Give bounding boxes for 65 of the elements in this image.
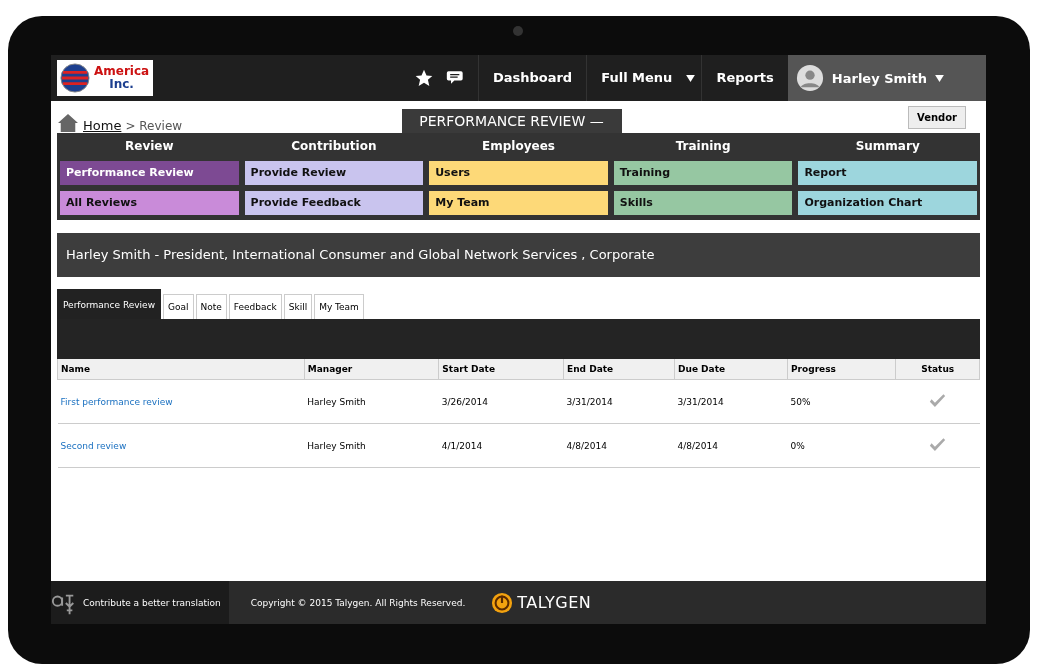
menu-item[interactable]: All Reviews — [60, 191, 239, 215]
menu-item[interactable]: My Team — [429, 191, 608, 215]
menu-item[interactable]: Performance Review — [60, 161, 239, 185]
page-title: PERFORMANCE REVIEW — — [401, 109, 622, 133]
logo-text: America — [94, 65, 150, 78]
table-cell: 50% — [787, 379, 896, 424]
menu-item[interactable]: Users — [429, 161, 608, 185]
menu-heading: Employees — [481, 138, 556, 155]
nav-link[interactable]: Reports — [701, 55, 788, 101]
avatar-icon — [795, 64, 824, 92]
breadcrumb-link[interactable]: Home — [83, 118, 122, 133]
menu-item[interactable]: Provide Feedback — [244, 191, 424, 215]
table-cell: 3/31/2014 — [563, 379, 675, 424]
logo-text: Inc. — [109, 78, 134, 91]
table-cell: Harley Smith — [304, 423, 439, 468]
column-header: Due Date — [674, 359, 788, 380]
table-cell: 4/1/2014 — [438, 423, 564, 468]
tab[interactable]: Goal — [163, 294, 194, 319]
table-cell: Harley Smith — [304, 379, 439, 424]
company-logo[interactable]: America Inc. — [57, 60, 153, 96]
vendor-button[interactable]: Vendor — [907, 105, 966, 129]
caret-icon[interactable] — [686, 74, 696, 82]
column-header: End Date — [563, 359, 675, 380]
tab[interactable]: Note — [195, 294, 227, 319]
menu-heading: Summary — [854, 138, 921, 155]
menu-item[interactable]: Report — [798, 161, 977, 185]
camera-dot — [513, 26, 523, 36]
checkmark-icon — [929, 393, 947, 408]
tab[interactable]: Performance Review — [57, 289, 161, 319]
breadcrumb-current: > Review — [125, 119, 183, 133]
column-header: Name — [57, 359, 305, 380]
review-link[interactable]: First performance review — [60, 396, 173, 407]
power-logo-icon — [491, 591, 514, 614]
menu-item[interactable]: Skills — [613, 191, 793, 215]
tab[interactable]: My Team — [314, 294, 364, 319]
checkmark-icon — [929, 437, 947, 452]
home-icon[interactable] — [57, 113, 79, 133]
column-header: Start Date — [438, 359, 564, 380]
nav-link[interactable]: Full Menu — [586, 55, 687, 101]
menu-heading: Review — [124, 138, 175, 155]
column-header: Status — [896, 359, 980, 380]
flag-globe-icon — [60, 63, 90, 93]
table-cell: 4/8/2014 — [674, 423, 788, 468]
column-header: Manager — [304, 359, 439, 380]
review-link[interactable]: Second review — [60, 440, 127, 451]
column-header: Progress — [787, 359, 896, 380]
table-cell: 3/26/2014 — [438, 379, 564, 424]
caret-icon — [935, 74, 944, 82]
star-icon[interactable] — [413, 68, 434, 88]
menu-heading: Contribution — [290, 138, 378, 155]
menu-item[interactable]: Training — [613, 161, 793, 185]
employee-banner: Harley Smith - President, International Consumer and Global Network Services , Corporate — [57, 233, 980, 277]
tab[interactable]: Feedback — [228, 294, 282, 319]
nav-link[interactable]: Dashboard — [477, 55, 587, 101]
menu-heading: Training — [674, 138, 732, 155]
table-cell: 3/31/2014 — [674, 379, 788, 424]
table-cell: 4/8/2014 — [563, 423, 675, 468]
user-menu[interactable]: Harley Smith — [787, 55, 986, 101]
table-cell: 0% — [787, 423, 896, 468]
copyright-text: Copyright © 2015 Talygen. All Rights Reserved. — [250, 597, 466, 608]
menu-item[interactable]: Organization Chart — [798, 191, 977, 215]
brand-name: TALYGEN — [517, 593, 592, 612]
tab[interactable]: Skill — [283, 294, 313, 319]
translation-link[interactable]: Contribute a better translation — [83, 597, 221, 608]
menu-item[interactable]: Provide Review — [244, 161, 424, 185]
